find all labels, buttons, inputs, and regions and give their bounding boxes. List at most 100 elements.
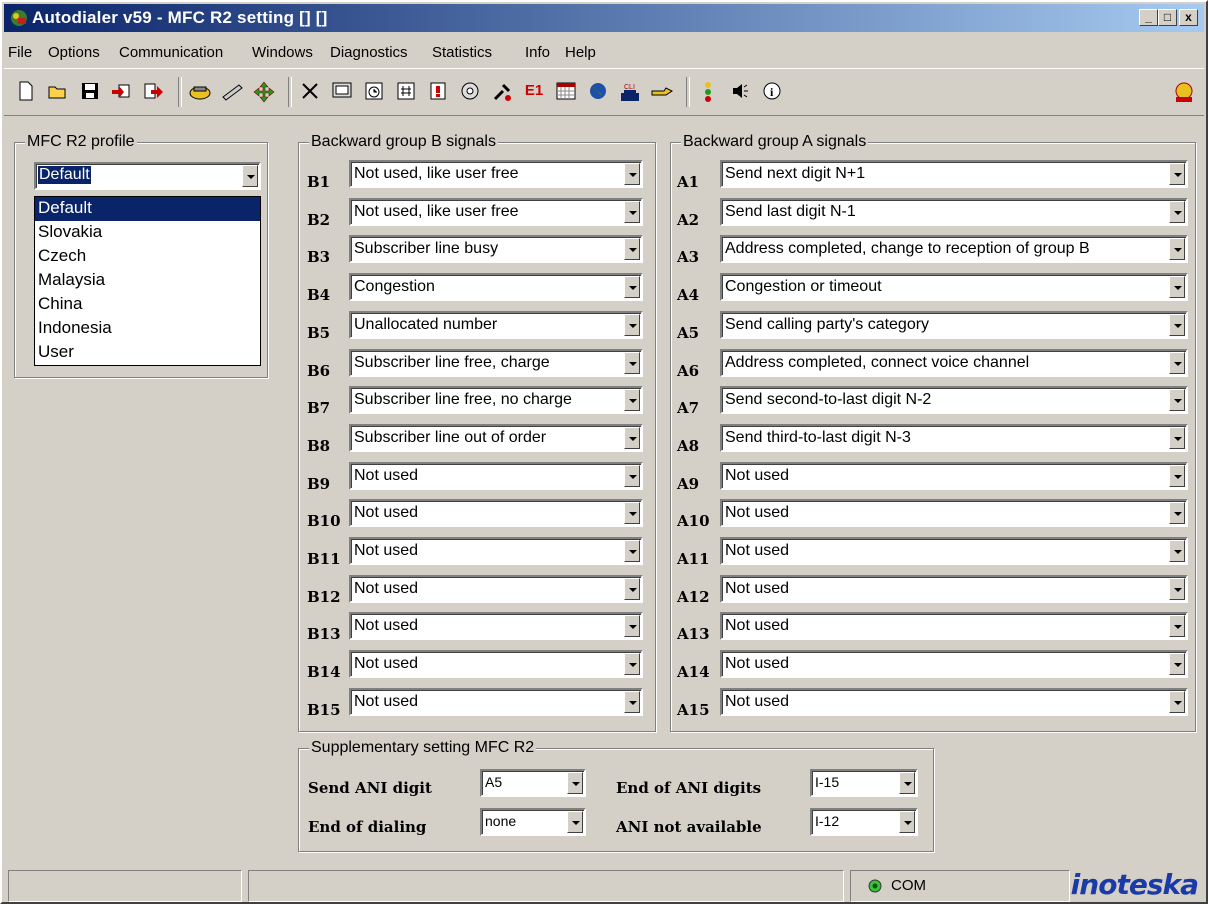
profile-combo[interactable]: Default <box>34 162 261 190</box>
cli-phone-icon[interactable]: CLI <box>616 77 644 105</box>
signal-b-select-14[interactable]: Not used <box>349 650 643 679</box>
chevron-down-icon[interactable] <box>624 313 640 336</box>
e1-icon[interactable]: E1 <box>520 77 548 105</box>
signal-b-select-5[interactable]: Unallocated number <box>349 310 643 339</box>
chevron-down-icon[interactable] <box>624 163 640 185</box>
chevron-down-icon[interactable] <box>1169 313 1185 336</box>
signal-a-select-8[interactable]: Send third-to-last digit N-3 <box>720 423 1188 452</box>
signal-a-select-2[interactable]: Send last digit N-1 <box>720 197 1188 226</box>
close-button[interactable]: x <box>1179 9 1198 26</box>
signal-a-select-6[interactable]: Address completed, connect voice channel <box>720 348 1188 377</box>
chevron-down-icon[interactable] <box>899 811 915 833</box>
hand-pointer-icon[interactable] <box>648 77 676 105</box>
open-icon[interactable] <box>44 77 72 105</box>
menu-help[interactable]: Help <box>565 44 596 61</box>
chevron-down-icon[interactable] <box>1169 615 1185 638</box>
menu-communication[interactable]: Communication <box>119 44 223 61</box>
chevron-down-icon[interactable] <box>624 464 640 487</box>
chevron-down-icon[interactable] <box>624 351 640 374</box>
chevron-down-icon[interactable] <box>242 165 258 187</box>
signal-b-select-7[interactable]: Subscriber line free, no charge <box>349 386 643 415</box>
chevron-down-icon[interactable] <box>1169 276 1185 299</box>
chevron-down-icon[interactable] <box>899 772 915 794</box>
cut-icon[interactable] <box>296 77 324 105</box>
signal-b-select-13[interactable]: Not used <box>349 612 643 641</box>
chevron-down-icon[interactable] <box>624 426 640 449</box>
menu-info[interactable]: Info <box>525 44 550 61</box>
chevron-down-icon[interactable] <box>1169 351 1185 374</box>
terminal-icon[interactable] <box>328 77 356 105</box>
new-icon[interactable] <box>12 77 40 105</box>
signal-a-select-10[interactable]: Not used <box>720 499 1188 528</box>
chevron-down-icon[interactable] <box>1169 200 1185 223</box>
chevron-down-icon[interactable] <box>1169 540 1185 562</box>
signal-b-select-6[interactable]: Subscriber line free, charge <box>349 348 643 377</box>
chevron-down-icon[interactable] <box>624 540 640 562</box>
menu-diagnostics[interactable]: Diagnostics <box>330 44 408 61</box>
signal-b-select-15[interactable]: Not used <box>349 687 643 716</box>
move-icon[interactable] <box>250 77 278 105</box>
chevron-down-icon[interactable] <box>1169 389 1185 412</box>
chevron-down-icon[interactable] <box>624 653 640 676</box>
signal-a-select-15[interactable]: Not used <box>720 687 1188 716</box>
chevron-down-icon[interactable] <box>1169 163 1185 185</box>
chevron-down-icon[interactable] <box>624 502 640 525</box>
end-of-ani-digits-select[interactable]: I-15 <box>810 769 918 797</box>
export-icon[interactable] <box>140 77 168 105</box>
chevron-down-icon[interactable] <box>624 389 640 412</box>
profile-option-user[interactable]: User <box>35 341 260 365</box>
chevron-down-icon[interactable] <box>624 615 640 638</box>
signal-a-select-4[interactable]: Congestion or timeout <box>720 273 1188 302</box>
profile-option-default[interactable]: Default <box>35 197 260 221</box>
profile-option-malaysia[interactable]: Malaysia <box>35 269 260 293</box>
ani-not-available-select[interactable]: I-12 <box>810 808 918 836</box>
clock-icon[interactable] <box>360 77 388 105</box>
minimize-button[interactable]: _ <box>1139 9 1158 26</box>
signal-a-select-9[interactable]: Not used <box>720 461 1188 490</box>
calendar-icon[interactable] <box>552 77 580 105</box>
end-of-dialing-select[interactable]: none <box>480 808 586 836</box>
chevron-down-icon[interactable] <box>624 690 640 713</box>
globe-icon[interactable] <box>584 77 612 105</box>
signal-b-select-11[interactable]: Not used <box>349 537 643 565</box>
chevron-down-icon[interactable] <box>567 772 583 794</box>
info-icon[interactable]: i <box>758 77 786 105</box>
chevron-down-icon[interactable] <box>624 577 640 600</box>
signal-a-select-11[interactable]: Not used <box>720 537 1188 565</box>
cable-icon[interactable] <box>218 77 246 105</box>
profile-option-china[interactable]: China <box>35 293 260 317</box>
signal-b-select-9[interactable]: Not used <box>349 461 643 490</box>
menu-options[interactable]: Options <box>48 44 100 61</box>
chevron-down-icon[interactable] <box>1169 502 1185 525</box>
signal-a-select-3[interactable]: Address completed, change to reception o… <box>720 235 1188 264</box>
chevron-down-icon[interactable] <box>1169 690 1185 713</box>
dial-icon[interactable] <box>456 77 484 105</box>
signal-b-select-2[interactable]: Not used, like user free <box>349 197 643 226</box>
profile-option-czech[interactable]: Czech <box>35 245 260 269</box>
grid-icon[interactable] <box>392 77 420 105</box>
phone-book-icon[interactable] <box>186 77 214 105</box>
chevron-down-icon[interactable] <box>1169 426 1185 449</box>
chevron-down-icon[interactable] <box>1169 464 1185 487</box>
signal-b-select-3[interactable]: Subscriber line busy <box>349 235 643 264</box>
signal-a-select-13[interactable]: Not used <box>720 612 1188 641</box>
chevron-down-icon[interactable] <box>1169 238 1185 261</box>
signal-b-select-4[interactable]: Congestion <box>349 273 643 302</box>
signal-b-select-10[interactable]: Not used <box>349 499 643 528</box>
import-icon[interactable] <box>108 77 136 105</box>
status-lights-icon[interactable] <box>694 77 722 105</box>
chevron-down-icon[interactable] <box>624 200 640 223</box>
profile-option-indonesia[interactable]: Indonesia <box>35 317 260 341</box>
signal-a-select-14[interactable]: Not used <box>720 650 1188 679</box>
alert-icon[interactable] <box>424 77 452 105</box>
wrench-icon[interactable] <box>488 77 516 105</box>
chevron-down-icon[interactable] <box>1169 653 1185 676</box>
signal-b-select-8[interactable]: Subscriber line out of order <box>349 423 643 452</box>
chevron-down-icon[interactable] <box>624 238 640 261</box>
menu-statistics[interactable]: Statistics <box>432 44 492 61</box>
save-icon[interactable] <box>76 77 104 105</box>
menu-windows[interactable]: Windows <box>252 44 313 61</box>
signal-a-select-12[interactable]: Not used <box>720 574 1188 603</box>
signal-b-select-1[interactable]: Not used, like user free <box>349 160 643 188</box>
menu-file[interactable]: File <box>8 44 32 61</box>
